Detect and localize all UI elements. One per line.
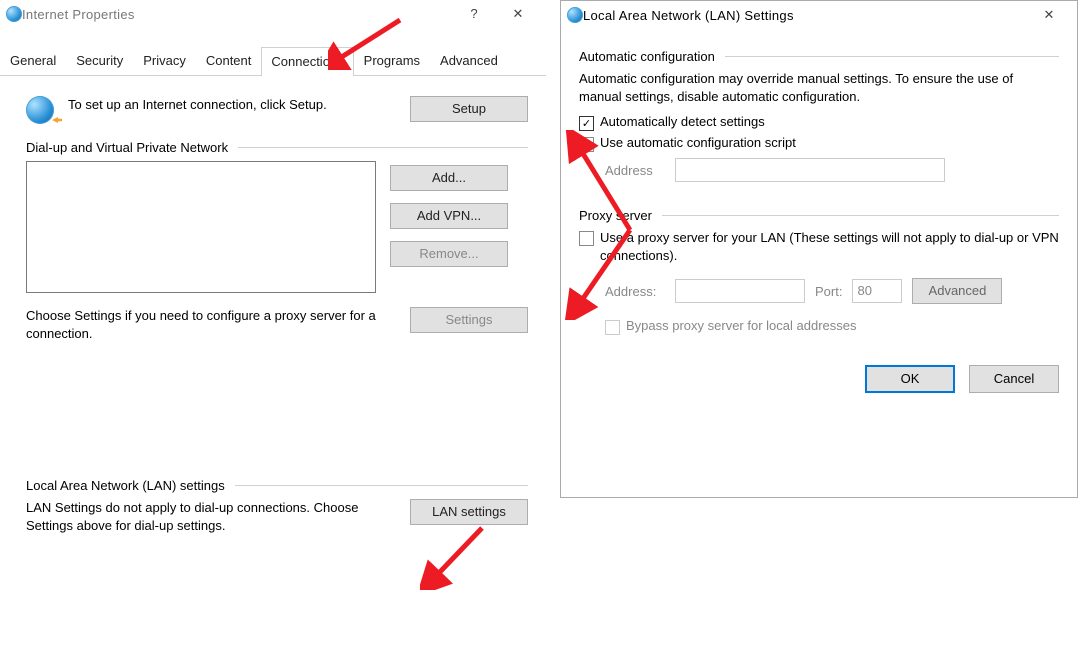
tab-content[interactable]: Content [196, 46, 262, 75]
connections-listbox[interactable] [26, 161, 376, 293]
auto-script-checkbox[interactable] [579, 137, 594, 152]
script-address-input[interactable] [675, 158, 945, 182]
proxy-port-label: Port: [815, 284, 842, 299]
globe-icon [6, 6, 22, 22]
bypass-label: Bypass proxy server for local addresses [626, 318, 856, 333]
tab-privacy[interactable]: Privacy [133, 46, 196, 75]
settings-hint: Choose Settings if you need to configure… [26, 307, 396, 342]
tab-programs[interactable]: Programs [354, 46, 430, 75]
help-button[interactable]: ? [452, 0, 496, 28]
globe-setup-icon [26, 96, 54, 124]
titlebar: Internet Properties ? ✕ [0, 0, 546, 28]
settings-button[interactable]: Settings [410, 307, 528, 333]
globe-icon [567, 7, 583, 23]
proxy-address-input[interactable] [675, 279, 805, 303]
group-proxy: Proxy server [579, 208, 1059, 223]
ok-button[interactable]: OK [865, 365, 955, 393]
auto-detect-checkbox[interactable]: ✓ [579, 116, 594, 131]
window-title: Internet Properties [22, 7, 452, 22]
group-dialup: Dial-up and Virtual Private Network [26, 140, 528, 155]
lan-hint: LAN Settings do not apply to dial-up con… [26, 499, 396, 534]
script-address-label: Address [605, 163, 665, 178]
tabstrip: General Security Privacy Content Connect… [0, 46, 546, 76]
bypass-checkbox[interactable] [605, 320, 620, 335]
tab-security[interactable]: Security [66, 46, 133, 75]
group-lan: Local Area Network (LAN) settings [26, 478, 528, 493]
tab-general[interactable]: General [0, 46, 66, 75]
setup-button[interactable]: Setup [410, 96, 528, 122]
use-proxy-label: Use a proxy server for your LAN (These s… [600, 229, 1059, 264]
auto-script-label: Use automatic configuration script [600, 135, 796, 150]
setup-text: To set up an Internet connection, click … [68, 96, 396, 114]
auto-hint: Automatic configuration may override man… [579, 70, 1059, 106]
group-auto-config: Automatic configuration [579, 49, 1059, 64]
lan-settings-button[interactable]: LAN settings [410, 499, 528, 525]
lan-settings-dialog: Local Area Network (LAN) Settings ✕ Auto… [560, 0, 1078, 498]
close-button[interactable]: ✕ [1027, 1, 1071, 29]
internet-properties-dialog: Internet Properties ? ✕ General Security… [0, 0, 546, 646]
remove-button[interactable]: Remove... [390, 241, 508, 267]
proxy-address-label: Address: [605, 284, 665, 299]
use-proxy-checkbox[interactable] [579, 231, 594, 246]
tab-advanced[interactable]: Advanced [430, 46, 508, 75]
lan-window-title: Local Area Network (LAN) Settings [583, 8, 1027, 23]
add-button[interactable]: Add... [390, 165, 508, 191]
add-vpn-button[interactable]: Add VPN... [390, 203, 508, 229]
auto-detect-label: Automatically detect settings [600, 114, 765, 129]
tab-connections[interactable]: Connections [261, 47, 353, 76]
close-button[interactable]: ✕ [496, 0, 540, 28]
cancel-button[interactable]: Cancel [969, 365, 1059, 393]
lan-titlebar: Local Area Network (LAN) Settings ✕ [561, 1, 1077, 29]
proxy-port-input[interactable]: 80 [852, 279, 902, 303]
advanced-button[interactable]: Advanced [912, 278, 1002, 304]
